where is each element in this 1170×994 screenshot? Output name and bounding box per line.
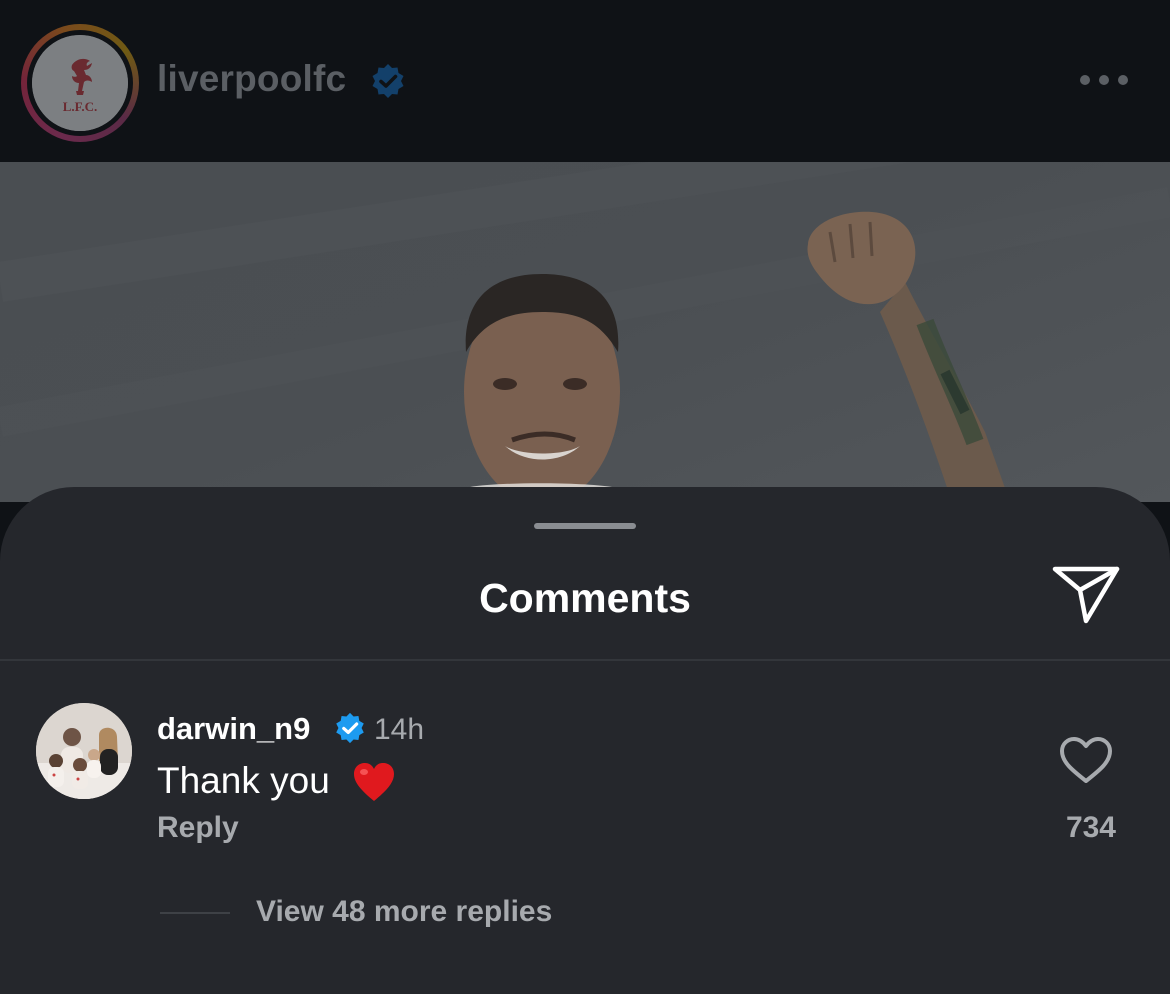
comment-item: darwin_n9 14h Thank you Reply 734 View 4… (0, 661, 1170, 994)
family-photo (36, 703, 132, 799)
red-heart-emoji (354, 763, 394, 801)
post-image[interactable] (0, 162, 1170, 502)
crest-text: L.F.C. (63, 99, 98, 114)
more-options-icon[interactable] (1078, 70, 1130, 90)
reply-button[interactable]: Reply (157, 811, 239, 845)
share-icon[interactable] (1052, 563, 1120, 625)
heart-outline-icon[interactable] (1058, 735, 1114, 785)
post-header: L.F.C. liverpoolfc (0, 0, 1170, 162)
comments-title: Comments (479, 575, 691, 621)
commenter-username[interactable]: darwin_n9 (157, 711, 310, 747)
replies-line (160, 912, 230, 914)
post-account-username[interactable]: liverpoolfc (157, 58, 346, 100)
verified-badge-icon (372, 64, 404, 98)
lfc-crest-logo: L.F.C. (32, 35, 128, 131)
player-photo (0, 162, 1170, 502)
comment-text: Thank you (157, 760, 330, 801)
view-replies-button[interactable]: View 48 more replies (256, 895, 552, 929)
verified-badge-icon (336, 712, 364, 744)
comment-timestamp: 14h (374, 713, 425, 746)
commenter-avatar[interactable] (36, 703, 132, 799)
comments-sheet: Comments darwin_n9 14h Thank you Reply 7… (0, 487, 1170, 994)
account-avatar[interactable]: L.F.C. (21, 24, 139, 142)
sheet-drag-handle[interactable] (534, 523, 636, 529)
like-count: 734 (1065, 811, 1116, 844)
